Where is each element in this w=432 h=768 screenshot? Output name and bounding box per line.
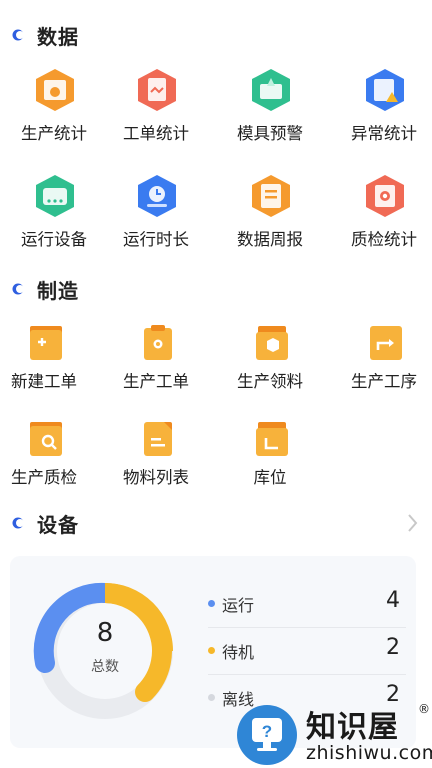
grid-item-label: 异常统计 <box>351 124 417 143</box>
grid-item-production-stats[interactable]: 生产统计 <box>0 68 108 160</box>
equipment-total-label: 总数 <box>91 659 119 675</box>
grid-item-production-process[interactable]: 生产工序 <box>330 324 432 416</box>
grid-item-weekly-report[interactable]: 数据周报 <box>216 174 324 266</box>
quality-stats-icon <box>366 175 404 217</box>
grid-item-running-equipment[interactable]: 运行设备 <box>0 174 108 266</box>
grid-item-label: 生产统计 <box>21 124 87 143</box>
section-title-manufacturing: 制造 <box>37 278 79 303</box>
section-marker-icon <box>12 517 24 529</box>
material-requisition-icon <box>256 326 288 360</box>
chevron-right-icon[interactable] <box>408 514 418 532</box>
watermark-domain: zhishiwu.com <box>306 742 432 764</box>
grid-item-label: 新建工单 <box>11 372 77 391</box>
grid-item-material-list[interactable]: 物料列表 <box>102 420 210 512</box>
grid-item-label: 运行时长 <box>123 230 189 249</box>
grid-item-label: 数据周报 <box>237 230 303 249</box>
status-label: 运行 <box>222 596 255 615</box>
status-value: 2 <box>386 635 400 660</box>
watermark-registered-mark: ® <box>418 702 430 716</box>
grid-item-running-time[interactable]: 运行时长 <box>102 174 210 266</box>
grid-item-label: 库位 <box>253 468 287 487</box>
status-divider <box>208 627 406 628</box>
equipment-total-value: 8 <box>96 618 114 648</box>
status-row-standby[interactable]: 待机 2 <box>200 629 406 675</box>
grid-item-new-work-order[interactable]: 新建工单 <box>0 324 98 416</box>
section-header-data: 数据 <box>0 15 432 55</box>
grid-item-mold-warning[interactable]: 模具预警 <box>216 68 324 160</box>
material-list-icon <box>144 422 172 456</box>
status-row-running[interactable]: 运行 4 <box>200 582 406 628</box>
grid-item-exception-stats[interactable]: 异常统计 <box>330 68 432 160</box>
status-value: 4 <box>386 588 400 613</box>
new-work-order-icon <box>30 326 62 360</box>
grid-item-label: 生产领料 <box>237 372 303 391</box>
status-divider <box>208 674 406 675</box>
grid-item-label: 工单统计 <box>123 124 189 143</box>
grid-item-quality-stats[interactable]: 质检统计 <box>330 174 432 266</box>
production-process-icon <box>370 326 402 360</box>
grid-item-material-requisition[interactable]: 生产领料 <box>216 324 324 416</box>
watermark: ? 知识屋 ® zhishiwu.com <box>236 702 432 768</box>
storage-location-icon <box>256 422 288 456</box>
grid-item-label: 生产工序 <box>351 372 417 391</box>
section-header-equipment[interactable]: 设备 <box>0 503 432 543</box>
production-order-icon <box>144 325 172 360</box>
weekly-report-icon <box>252 175 290 217</box>
watermark-brand: 知识屋 <box>306 710 399 745</box>
grid-item-work-order-stats[interactable]: 工单统计 <box>102 68 210 160</box>
section-header-manufacturing: 制造 <box>0 269 432 309</box>
grid-item-label: 生产质检 <box>11 468 77 487</box>
help-monitor-logo-icon: ? <box>237 705 297 765</box>
svg-text:?: ? <box>262 722 272 741</box>
grid-item-label: 模具预警 <box>237 124 303 143</box>
mold-warning-icon <box>252 69 290 111</box>
grid-item-production-order[interactable]: 生产工单 <box>102 324 210 416</box>
section-marker-icon <box>12 283 24 295</box>
grid-item-label: 运行设备 <box>21 230 87 249</box>
status-dot <box>208 694 215 701</box>
section-marker-icon <box>12 29 24 41</box>
running-time-icon <box>138 175 176 217</box>
work-order-stats-icon <box>138 69 176 111</box>
status-dot <box>208 600 215 607</box>
quality-inspection-icon <box>30 422 62 456</box>
status-dot <box>208 647 215 654</box>
equipment-donut-chart <box>33 582 173 719</box>
production-stats-icon <box>36 69 74 111</box>
grid-item-storage-location[interactable]: 库位 <box>216 420 324 512</box>
grid-item-label: 质检统计 <box>351 230 417 249</box>
section-title-equipment: 设备 <box>37 512 79 537</box>
grid-item-quality-inspection[interactable]: 生产质检 <box>0 420 98 512</box>
exception-stats-icon <box>366 69 404 111</box>
status-label: 待机 <box>222 643 255 662</box>
grid-item-label: 生产工单 <box>123 372 189 391</box>
section-title-data: 数据 <box>37 24 79 49</box>
running-equipment-icon <box>36 175 74 217</box>
grid-item-label: 物料列表 <box>123 468 189 487</box>
